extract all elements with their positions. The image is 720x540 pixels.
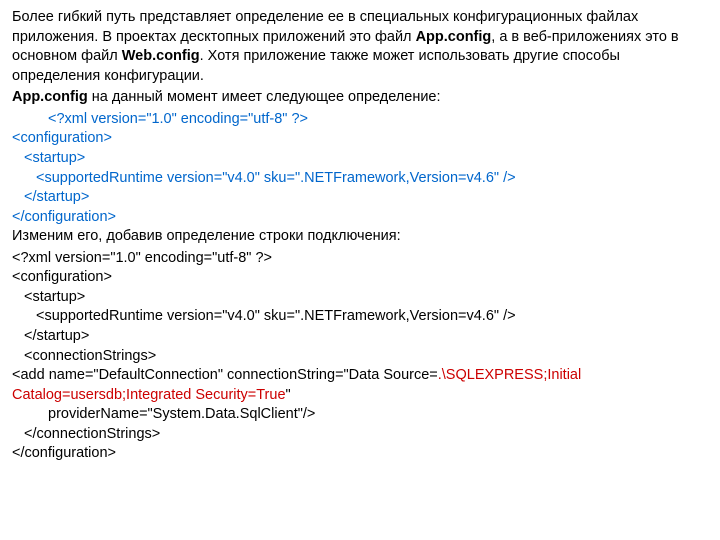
code2-configuration-open: <configuration> xyxy=(12,268,708,288)
code2-supported-runtime: <supportedRuntime version="v4.0" sku=".N… xyxy=(12,307,708,327)
web-config-bold: Web.config xyxy=(122,48,200,64)
code2-configuration-close: </configuration> xyxy=(12,444,708,464)
code2-startup-close: </startup> xyxy=(12,327,708,347)
code2-connstrings-close: </connectionStrings> xyxy=(12,425,708,445)
app-config-bold: App.config xyxy=(416,29,492,45)
code-xml-decl: <?xml version="1.0" encoding="utf-8" ?> xyxy=(12,110,708,130)
add-prefix: <add name="DefaultConnection" connection… xyxy=(12,367,438,383)
code2-connstrings-open: <connectionStrings> xyxy=(12,347,708,367)
appconfig-def-paragraph: App.config на данный момент имеет следую… xyxy=(12,88,708,108)
intro-paragraph: Более гибкий путь представляет определен… xyxy=(12,8,708,86)
modify-paragraph: Изменим его, добавив определение строки … xyxy=(12,227,708,247)
code2-provider-line: providerName="System.Data.SqlClient"/> xyxy=(12,405,708,425)
code2-add-line: <add name="DefaultConnection" connection… xyxy=(12,366,708,405)
code-configuration-open: <configuration> xyxy=(12,129,708,149)
code2-startup-open: <startup> xyxy=(12,288,708,308)
code-configuration-close: </configuration> xyxy=(12,208,708,228)
code-supported-runtime: <supportedRuntime version="v4.0" sku=".N… xyxy=(12,169,708,189)
add-quote: " xyxy=(286,387,291,403)
code-startup-close: </startup> xyxy=(12,188,708,208)
code2-xml-decl: <?xml version="1.0" encoding="utf-8" ?> xyxy=(12,249,708,269)
app-config-bold: App.config xyxy=(12,89,88,105)
text: на данный момент имеет следующее определ… xyxy=(88,89,441,105)
code-startup-open: <startup> xyxy=(12,149,708,169)
